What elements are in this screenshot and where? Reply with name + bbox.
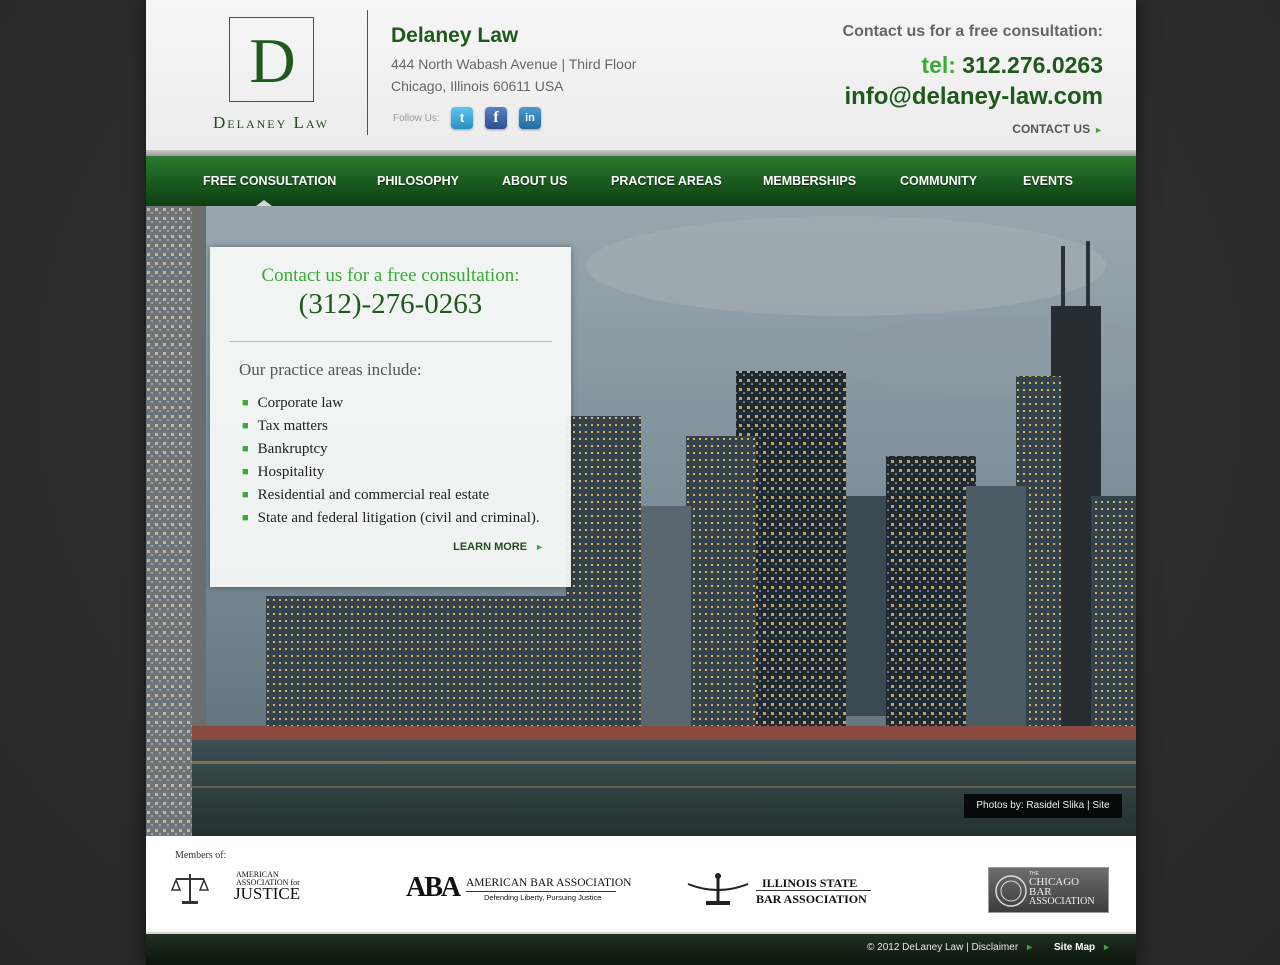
contact-us-label: CONTACT US [1012,122,1091,136]
arrow-right-icon: ► [535,542,544,552]
copyright-disclaimer[interactable]: © 2012 DeLaney Law | Disclaimer ► [867,942,1034,953]
bullet-icon: ■ [242,466,249,478]
nav-events[interactable]: EVENTS [1023,174,1073,188]
list-item: ■ Corporate law [242,395,344,411]
main-nav: FREE CONSULTATION PHILOSOPHY ABOUT US PR… [146,156,1136,206]
tel-label: tel: [921,52,956,78]
consultation-panel: Contact us for a free consultation: (312… [210,247,571,587]
practice-areas-list: ■ Corporate law ■ Tax matters ■ Bankruptcy … [242,392,540,530]
bullet-icon: ■ [242,443,249,455]
address-line-2: Chicago, Illinois 60611 USA [391,78,564,94]
site-footer: © 2012 DeLaney Law | Disclaimer ► Site Ma… [146,932,1136,965]
site-map-link[interactable]: Site Map ► [1054,942,1111,953]
nav-about-us[interactable]: ABOUT US [502,174,567,188]
firm-name: Delaney Law [391,24,519,47]
arrow-right-icon: ► [1025,942,1035,952]
header-cta: Contact us for a free consultation: [842,23,1103,40]
aba-mark: ABA [406,872,461,903]
header-divider [367,10,368,135]
site-header: D Delaney Law Delaney Law 444 North Waba… [146,0,1136,150]
facebook-icon[interactable]: f [485,107,507,129]
nav-community[interactable]: COMMUNITY [900,174,977,188]
bullet-icon: ■ [242,489,249,501]
nav-memberships[interactable]: MEMBERSHIPS [763,174,856,188]
list-item: ■ Tax matters [242,418,328,434]
list-item: ■ Hospitality [242,464,325,480]
arrow-right-icon: ► [1094,125,1103,135]
page: D Delaney Law Delaney Law 444 North Waba… [146,0,1136,965]
panel-divider [229,341,552,342]
memberships-strip: Members of: AMERICAN ASSOCIATION for JUS… [146,836,1136,932]
list-item: ■ State and federal litigation (civil and… [242,510,540,526]
arrow-right-icon: ► [1102,942,1112,952]
cba-seal-icon [995,875,1027,907]
logo-letter: D [249,25,296,96]
bullet-icon: ■ [242,512,249,524]
contact-us-link[interactable]: CONTACT US ► [1012,122,1103,136]
panel-cta: Contact us for a free consultation: [261,265,520,286]
learn-more-label: LEARN MORE [453,541,528,553]
twitter-icon[interactable]: t [451,107,473,129]
follow-us-label: Follow Us: [393,113,440,124]
aaj-logo[interactable]: AMERICAN ASSOCIATION for JUSTICE [170,868,310,908]
header-phone[interactable]: tel: 312.276.0263 [921,52,1103,79]
header-email-link[interactable]: info@delaney-law.com [844,83,1103,111]
address-line-1: 444 North Wabash Avenue | Third Floor [391,56,637,72]
learn-more-link[interactable]: LEARN MORE ► [453,541,544,553]
nav-free-consultation[interactable]: FREE CONSULTATION [203,174,336,188]
members-label: Members of: [175,850,227,861]
nav-philosophy[interactable]: PHILOSOPHY [377,174,459,188]
nav-practice-areas[interactable]: PRACTICE AREAS [611,174,722,188]
panel-phone[interactable]: (312)-276-0263 [210,288,571,321]
photo-credit[interactable]: Photos by: Rasidel Slika | Site [964,794,1122,818]
tel-number: 312.276.0263 [962,52,1103,78]
list-item: ■ Residential and commercial real estate [242,487,490,503]
bullet-icon: ■ [242,420,249,432]
cba-logo[interactable]: THE CHICAGO BAR ASSOCIATION [988,867,1109,913]
isba-logo[interactable]: ILLINOIS STATE BAR ASSOCIATION [686,872,876,908]
practice-areas-heading: Our practice areas include: [239,360,422,379]
isba-emblem-icon [687,873,749,905]
hero-banner: Contact us for a free consultation: (312… [146,206,1136,836]
aba-logo[interactable]: ABA AMERICAN BAR ASSOCIATION Defending L… [406,872,632,904]
bullet-icon: ■ [242,397,249,409]
scales-icon [170,874,210,904]
linkedin-icon[interactable]: in [519,107,541,129]
logo-name[interactable]: Delaney Law [186,113,356,133]
list-item: ■ Bankruptcy [242,441,328,457]
logo-mark[interactable]: D [229,17,314,102]
